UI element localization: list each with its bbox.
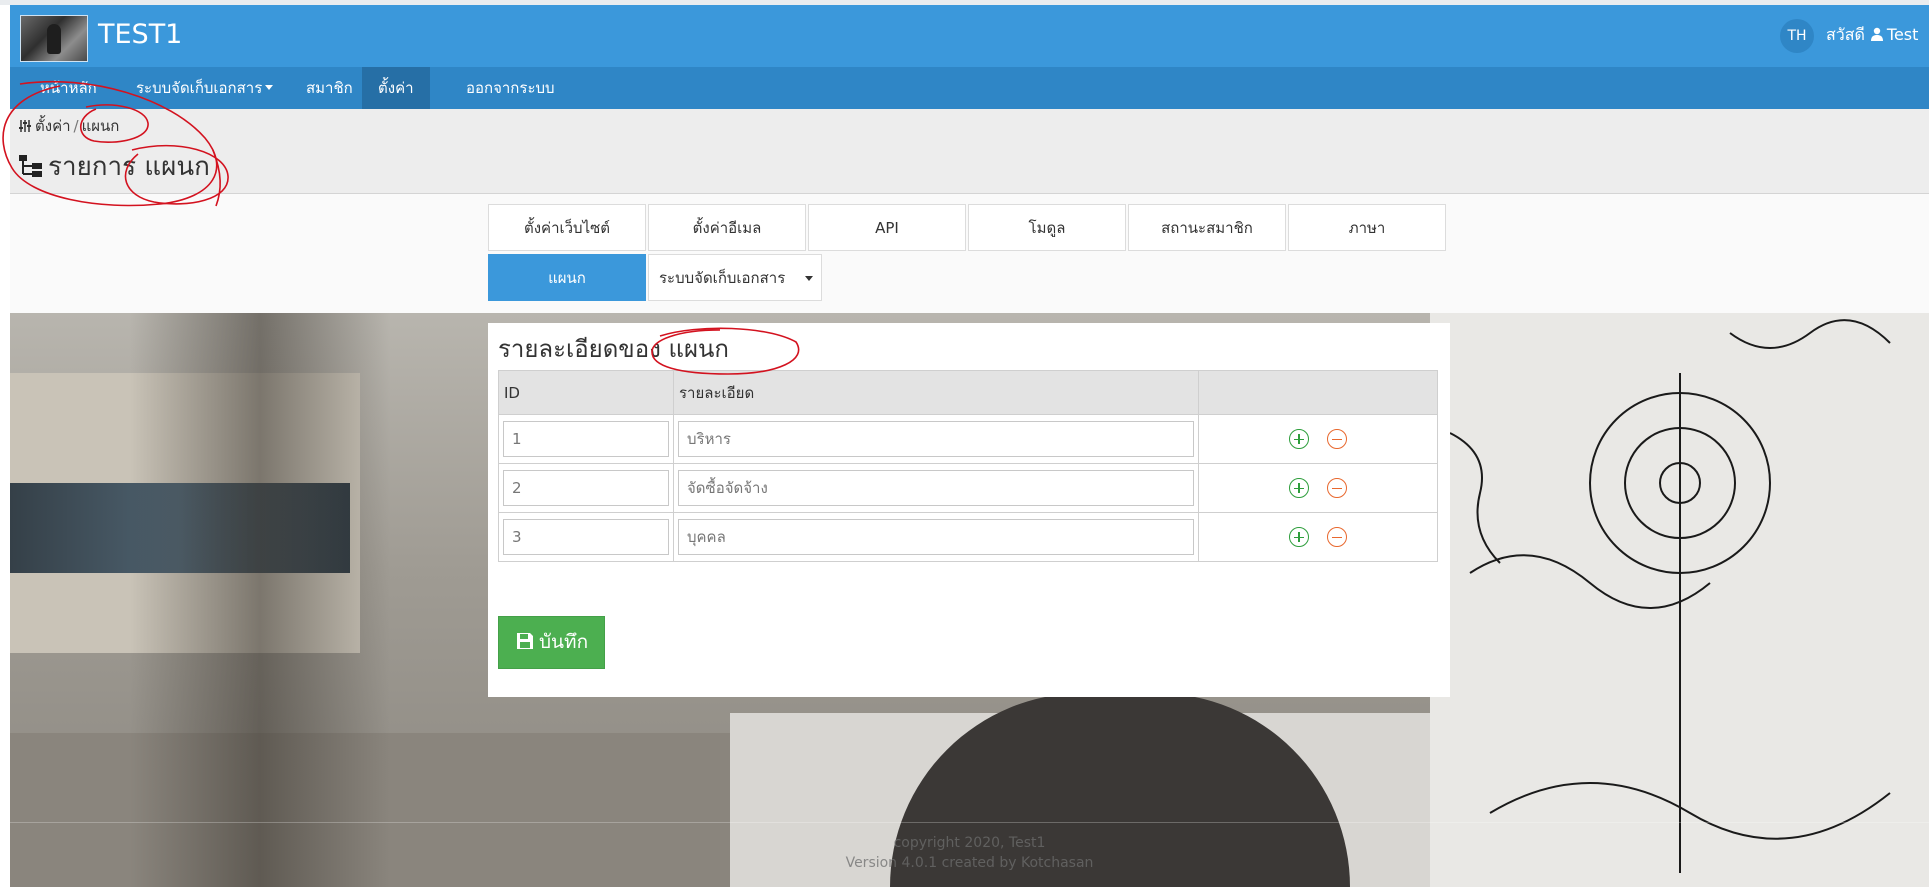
tab-website-settings[interactable]: ตั้งค่าเว็บไซต์	[488, 204, 646, 251]
sliders-icon	[19, 120, 31, 132]
breadcrumb-separator: /	[73, 117, 79, 135]
footer: copyright 2020, Test1 Version 4.0.1 crea…	[10, 833, 1929, 873]
nav-members[interactable]: สมาชิก	[290, 67, 369, 109]
page-title-subject: แผนก	[144, 152, 210, 182]
floppy-disk-icon	[517, 633, 533, 649]
detail-input[interactable]	[678, 470, 1194, 506]
remove-row-icon[interactable]	[1327, 527, 1347, 548]
tab-api[interactable]: API	[808, 204, 966, 251]
id-input[interactable]	[503, 519, 669, 555]
actions-cell	[1198, 512, 1438, 562]
breadcrumb: ตั้งค่า / แผนก	[18, 115, 119, 137]
detail-input[interactable]	[678, 421, 1194, 457]
department-panel: รายละเอียดของ แผนก ID รายละเอียด 1 บริหา…	[488, 323, 1450, 697]
add-row-icon[interactable]	[1289, 527, 1309, 548]
id-input[interactable]	[503, 421, 669, 457]
nav-home[interactable]: หน้าหลัก	[24, 67, 113, 109]
panel-title-subject: แผนก	[668, 335, 729, 363]
breadcrumb-parent[interactable]: ตั้งค่า	[35, 117, 71, 135]
user-greeting[interactable]: สวัสดี Test	[1826, 23, 1918, 47]
site-title[interactable]: TEST1	[98, 19, 182, 51]
table-row	[498, 414, 1438, 464]
table-row	[498, 512, 1438, 562]
column-header-id: ID	[498, 370, 674, 415]
detail-input[interactable]	[678, 519, 1194, 555]
chevron-down-icon	[265, 85, 274, 90]
tab-document-system-label: ระบบจัดเก็บเอกสาร	[659, 269, 786, 287]
id-cell	[498, 512, 674, 562]
tab-department[interactable]: แผนก	[488, 254, 646, 301]
add-row-icon[interactable]	[1289, 429, 1309, 450]
table-header-row: ID รายละเอียด	[498, 370, 1438, 415]
sitemap-icon	[19, 155, 42, 177]
settings-tabs: ตั้งค่าเว็บไซต์ ตั้งค่าอีเมล API โมดูล ส…	[10, 194, 1929, 313]
column-header-detail: รายละเอียด	[673, 370, 1199, 415]
save-button[interactable]: บันทึก	[498, 616, 606, 669]
detail-cell	[673, 414, 1199, 464]
panel-title: รายละเอียดของ แผนก	[498, 333, 729, 365]
breadcrumb-bar: ตั้งค่า / แผนก รายการ แผนก	[10, 109, 1929, 194]
site-logo[interactable]	[20, 15, 88, 62]
tab-language[interactable]: ภาษา	[1288, 204, 1446, 251]
actions-cell	[1198, 414, 1438, 464]
footer-version: Version 4.0.1 created by Kotchasan	[845, 855, 1094, 871]
department-table: ID รายละเอียด	[498, 370, 1438, 562]
tab-member-status[interactable]: สถานะสมาชิก	[1128, 204, 1286, 251]
language-switch[interactable]: TH	[1780, 19, 1814, 53]
tab-document-system[interactable]: ระบบจัดเก็บเอกสาร	[648, 254, 822, 301]
remove-row-icon[interactable]	[1327, 478, 1347, 499]
id-cell	[498, 414, 674, 464]
add-row-icon[interactable]	[1289, 478, 1309, 499]
save-button-label: บันทึก	[539, 631, 589, 653]
id-cell	[498, 463, 674, 513]
detail-cell	[673, 463, 1199, 513]
graffiti-doodles	[1449, 319, 1891, 873]
header-bar: TEST1 TH สวัสดี Test	[10, 5, 1929, 67]
breadcrumb-current: แผนก	[81, 117, 120, 135]
tab-email-settings[interactable]: ตั้งค่าอีเมล	[648, 204, 806, 251]
nav-settings[interactable]: ตั้งค่า	[362, 67, 430, 109]
footer-divider	[10, 822, 1929, 823]
table-row	[498, 463, 1438, 513]
detail-cell	[673, 512, 1199, 562]
page-title-prefix: รายการ	[48, 152, 137, 182]
user-icon	[1870, 27, 1883, 41]
id-input[interactable]	[503, 470, 669, 506]
remove-row-icon[interactable]	[1327, 429, 1347, 450]
user-name: Test	[1886, 25, 1919, 44]
panel-title-prefix: รายละเอียดของ	[498, 335, 661, 363]
nav-logout[interactable]: ออกจากระบบ	[450, 67, 571, 109]
nav-documents[interactable]: ระบบจัดเก็บเอกสาร	[120, 67, 289, 109]
footer-copyright: copyright 2020, Test1	[893, 835, 1046, 851]
nav-documents-label: ระบบจัดเก็บเอกสาร	[136, 79, 263, 97]
tab-modules[interactable]: โมดูล	[968, 204, 1126, 251]
actions-cell	[1198, 463, 1438, 513]
chevron-down-icon	[805, 276, 813, 281]
greeting-text: สวัสดี	[1826, 25, 1865, 44]
page-title: รายการ แผนก	[18, 149, 210, 185]
column-header-actions	[1198, 370, 1438, 415]
main-navbar: หน้าหลัก ระบบจัดเก็บเอกสาร สมาชิก ตั้งค่…	[10, 67, 1929, 109]
